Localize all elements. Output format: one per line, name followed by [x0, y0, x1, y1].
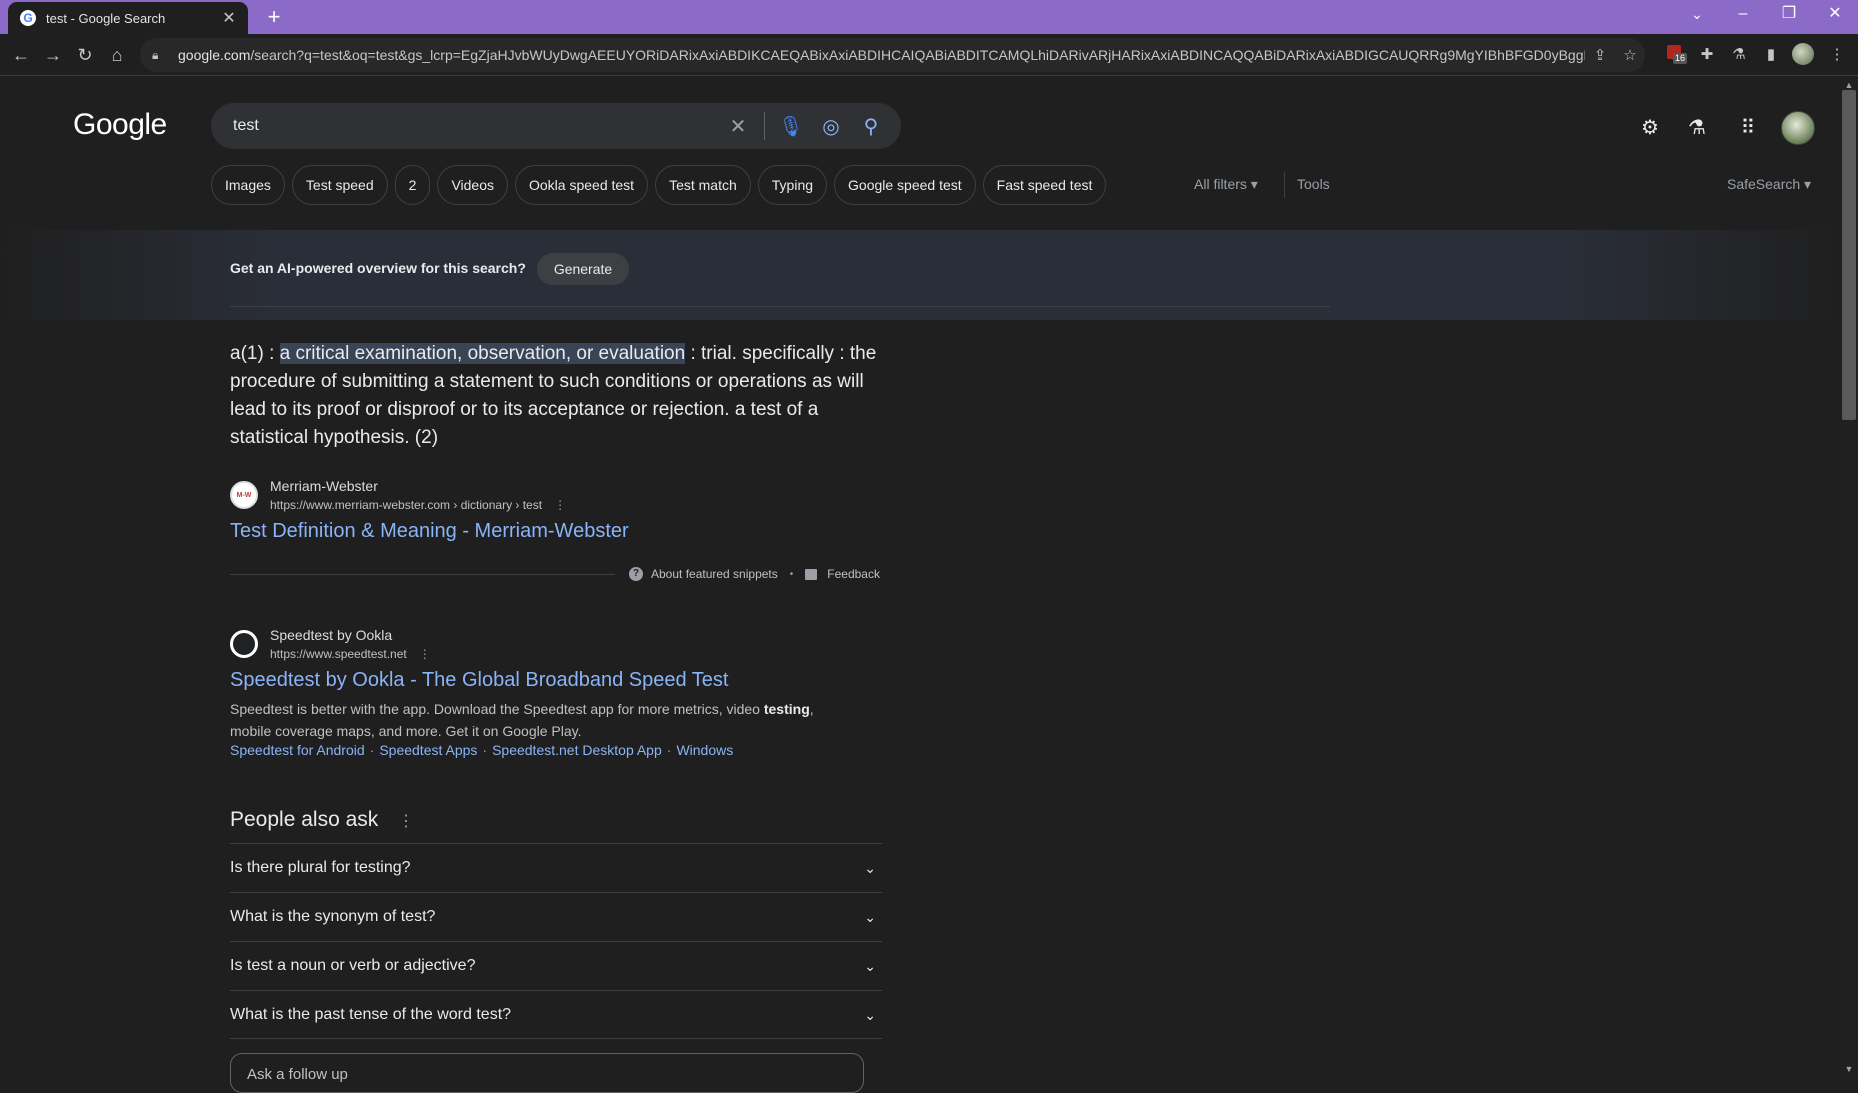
browser-tab[interactable]: G test - Google Search ✕	[8, 2, 248, 34]
minimize-button[interactable]: –	[1720, 0, 1766, 30]
reload-icon[interactable]: ↻	[70, 40, 100, 70]
more-options-icon[interactable]: ⋮	[554, 498, 566, 512]
extensions-puzzle-icon[interactable]: ✚	[1696, 44, 1718, 66]
close-window-button[interactable]: ✕	[1812, 0, 1858, 30]
follow-up-input[interactable]: Ask a follow up	[230, 1053, 864, 1093]
settings-gear-icon[interactable]: ⚙	[1635, 113, 1665, 143]
feedback-link[interactable]: Feedback	[805, 567, 880, 581]
labs-flask-icon[interactable]: ⚗	[1728, 44, 1750, 66]
people-also-ask-heading: People also ask	[230, 808, 379, 831]
paa-divider	[230, 1038, 882, 1039]
source-url: https://www.merriam-webster.com › dictio…	[270, 498, 567, 512]
labs-flask-icon[interactable]: ⚗	[1682, 113, 1712, 143]
scroll-thumb[interactable]	[1842, 90, 1856, 420]
tab-title: test - Google Search	[46, 10, 166, 26]
search-icon[interactable]: ⚲	[851, 114, 891, 139]
chip-2[interactable]: 2	[394, 165, 431, 205]
profile-avatar[interactable]	[1792, 43, 1814, 65]
sitelink[interactable]: Windows	[676, 742, 733, 758]
chip-test-speed[interactable]: Test speed	[291, 165, 388, 205]
search-divider	[764, 112, 765, 140]
account-avatar[interactable]	[1781, 111, 1815, 145]
filters-divider	[1284, 172, 1285, 198]
result-description: Speedtest is better with the app. Downlo…	[230, 701, 814, 739]
help-icon: ?	[629, 567, 643, 581]
back-arrow-icon[interactable]: ←	[6, 40, 36, 70]
search-box[interactable]: ✕ 🎙︎ ◎ ⚲	[211, 103, 901, 149]
more-options-icon[interactable]: ⋮	[419, 647, 431, 661]
result-title-link[interactable]: Test Definition & Meaning - Merriam-Webs…	[230, 520, 629, 543]
sitelink[interactable]: Speedtest for Android	[230, 742, 365, 758]
sitelinks: Speedtest for Android · Speedtest Apps · Spe…	[230, 742, 734, 758]
snippet-footer: ? About featured snippets • Feedback	[230, 567, 882, 581]
ai-overview-prompt: Get an AI-powered overview for this sear…	[230, 260, 526, 276]
sitelink[interactable]: Speedtest.net Desktop App	[492, 742, 662, 758]
browser-title-bar: G test - Google Search ✕ + ⌄ – ❐ ✕	[0, 0, 1858, 34]
chevron-down-icon: ⌄	[864, 1006, 876, 1023]
result-source[interactable]: Speedtest by Ookla https://www.speedtest…	[230, 627, 431, 661]
chip-typing[interactable]: Typing	[757, 165, 828, 205]
url-text[interactable]: google.com/search?q=test&oq=test&gs_lcrp…	[178, 47, 1585, 63]
result-title-link[interactable]: Speedtest by Ookla - The Global Broadban…	[230, 669, 728, 692]
apps-grid-icon[interactable]: ⠿	[1733, 113, 1763, 143]
browser-toolbar: ← → ↻ ⌂ 🔒︎ google.com/search?q=test&oq=t…	[0, 34, 1858, 76]
more-options-icon[interactable]: ⋮	[398, 811, 414, 831]
paa-question[interactable]: What is the past tense of the word test?…	[230, 990, 882, 1039]
lens-camera-icon[interactable]: ◎	[811, 114, 851, 139]
chip-ookla[interactable]: Ookla speed test	[515, 165, 649, 205]
chip-images[interactable]: Images	[211, 165, 285, 205]
generate-button[interactable]: Generate	[537, 253, 629, 285]
google-favicon-icon: G	[20, 10, 36, 26]
chip-test-match[interactable]: Test match	[655, 165, 751, 205]
paa-question[interactable]: What is the synonym of test? ⌄	[230, 892, 882, 941]
search-input[interactable]	[231, 116, 718, 136]
microphone-icon[interactable]: 🎙︎	[771, 114, 811, 139]
browser-menu-icon[interactable]: ⋮	[1826, 44, 1848, 66]
feedback-icon	[805, 568, 818, 580]
speedtest-favicon-icon	[230, 630, 258, 658]
all-filters-button[interactable]: All filters ▾	[1194, 176, 1258, 193]
merriam-webster-favicon-icon: M-W	[230, 481, 258, 509]
chevron-down-icon: ⌄	[864, 859, 876, 876]
tab-close-icon[interactable]: ✕	[220, 8, 238, 28]
section-divider	[230, 306, 1330, 307]
source-url: https://www.speedtest.net ⋮	[270, 647, 431, 661]
source-name: Merriam-Webster	[270, 478, 378, 494]
chevron-down-icon: ⌄	[864, 908, 876, 925]
address-bar[interactable]: 🔒︎ google.com/search?q=test&oq=test&gs_l…	[140, 38, 1645, 72]
chip-fast-speed[interactable]: Fast speed test	[982, 165, 1107, 205]
featured-snippet-text: a(1) : a critical examination, observati…	[230, 343, 877, 448]
lock-icon[interactable]: 🔒︎	[152, 48, 166, 63]
footer-divider	[230, 573, 615, 575]
paa-question[interactable]: Is there plural for testing? ⌄	[230, 843, 882, 892]
snippet-source[interactable]: M-W Merriam-Webster https://www.merriam-…	[230, 478, 566, 512]
sitelink[interactable]: Speedtest Apps	[379, 742, 477, 758]
clear-icon[interactable]: ✕	[718, 114, 758, 139]
chevron-down-icon: ⌄	[864, 957, 876, 974]
forward-arrow-icon[interactable]: →	[38, 40, 68, 70]
new-tab-button[interactable]: +	[260, 3, 288, 31]
side-panel-icon[interactable]: ▮	[1760, 44, 1782, 66]
extension-badge-icon[interactable]: 16	[1665, 43, 1688, 65]
source-name: Speedtest by Ookla	[270, 627, 393, 643]
snippet-highlight: a critical examination, observation, or …	[279, 343, 686, 364]
footer-bullet: •	[789, 568, 794, 580]
tools-button[interactable]: Tools	[1297, 176, 1330, 192]
restore-button[interactable]: ❐	[1766, 0, 1812, 30]
about-snippets-link[interactable]: ? About featured snippets	[629, 567, 778, 581]
safesearch-button[interactable]: SafeSearch ▾	[1727, 176, 1811, 193]
scroll-down-icon[interactable]: ▼	[1840, 1064, 1858, 1078]
chip-videos[interactable]: Videos	[437, 165, 508, 205]
google-logo[interactable]: Google	[73, 108, 167, 142]
share-icon[interactable]: ⇪	[1585, 46, 1615, 64]
paa-question[interactable]: Is test a noun or verb or adjective? ⌄	[230, 941, 882, 990]
filter-chips: Images Test speed 2 Videos Ookla speed t…	[211, 165, 1107, 205]
bookmark-star-icon[interactable]: ☆	[1615, 46, 1645, 64]
tab-search-chevron-icon[interactable]: ⌄	[1682, 0, 1712, 30]
home-icon[interactable]: ⌂	[102, 40, 132, 70]
chip-google-speed[interactable]: Google speed test	[834, 165, 976, 205]
